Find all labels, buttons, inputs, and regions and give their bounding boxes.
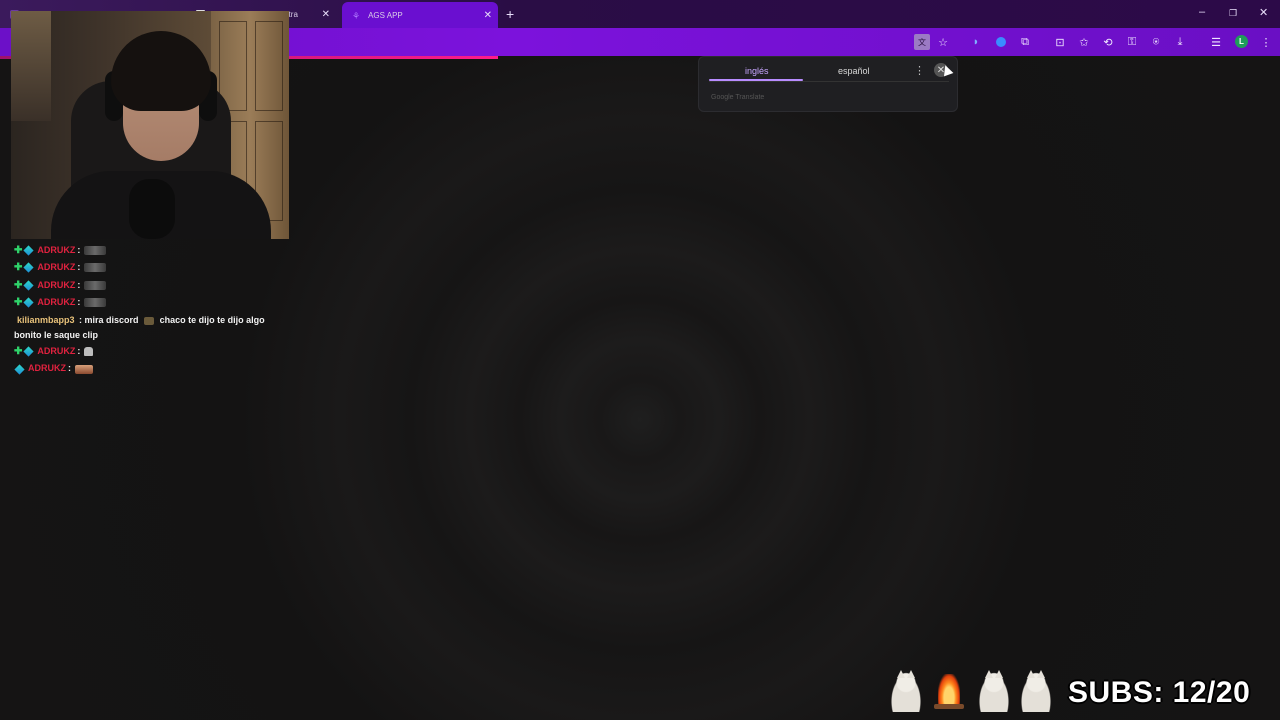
download-icon[interactable]: ⤓ [1172, 34, 1188, 50]
subs-counter: SUBS: 12/20 [1068, 676, 1251, 709]
reading-list-icon[interactable]: ☰ [1208, 34, 1224, 50]
chat-username: ADRUKZ [37, 296, 76, 307]
emote-icon [75, 364, 93, 374]
extensions-icon[interactable]: ⧉ [1017, 34, 1033, 50]
gem-badge-icon [14, 364, 25, 375]
source-language-tab[interactable]: inglés [745, 66, 769, 76]
ags-logo-icon: ⚘ [352, 10, 361, 21]
chat-username: ADRUKZ [37, 262, 76, 273]
chat-message: ✚ ADRUKZ : [14, 343, 294, 360]
plus-badge-icon: ✚ [14, 346, 23, 358]
webcam-overlay [11, 11, 289, 239]
subs-goal-overlay: SUBS: 12/20 [884, 664, 1280, 714]
new-tab-button[interactable]: + [506, 6, 514, 22]
extension-icon[interactable]: ◗ [968, 34, 984, 50]
gem-badge-icon [23, 280, 34, 291]
chat-message: ADRUKZ : [14, 360, 294, 377]
translate-footer: Google Translate [711, 94, 765, 101]
more-menu-icon[interactable]: ⋮ [1258, 34, 1274, 50]
campfire-icon [938, 674, 960, 708]
tab-title: AGS APP [368, 10, 403, 20]
active-tab-indicator [709, 79, 803, 81]
chat-message: ✚ ADRUKZ : [14, 259, 294, 276]
translate-options-icon[interactable]: ⋮ [914, 64, 925, 77]
pin-icon[interactable]: ⍟ [1148, 34, 1164, 50]
profile-avatar[interactable]: L [1235, 35, 1248, 48]
screenshot-icon[interactable]: ⊡ [1052, 34, 1068, 50]
emote-icon [84, 280, 107, 290]
restore-button[interactable]: ❐ [1229, 8, 1237, 19]
gem-badge-icon [23, 297, 34, 308]
emote-icon [144, 316, 155, 325]
chat-message: kilianmbapp3 : mira discord chaco te dij… [14, 311, 294, 343]
chat-message: ✚ ADRUKZ : [14, 242, 294, 259]
cat-icon [888, 670, 924, 712]
plus-badge-icon: ✚ [14, 245, 23, 256]
chat-text: : [77, 245, 81, 255]
chat-text: : [68, 363, 71, 374]
chat-text: : [77, 262, 81, 273]
shelf [11, 11, 51, 121]
plus-badge-icon: ✚ [14, 296, 23, 308]
close-tab-icon[interactable]: ✕ [322, 9, 330, 20]
chat-message: ✚ ADRUKZ : [14, 277, 294, 294]
chat-username: kilianmbapp3 [17, 315, 75, 326]
translate-popup: inglés español ⋮ ✕ Google Translate [698, 56, 958, 112]
emote-icon [84, 246, 107, 256]
emote-icon [84, 347, 94, 357]
cat-icon [1018, 670, 1054, 712]
gem-badge-icon [23, 262, 34, 274]
chat-text: : [77, 279, 81, 290]
emote-icon [84, 263, 107, 273]
gem-badge-icon [23, 245, 34, 256]
cat-icon [976, 670, 1012, 712]
minimize-button[interactable]: – [1199, 6, 1205, 18]
extension-icon[interactable] [993, 34, 1009, 50]
campfire-logs [934, 704, 964, 709]
stream-chat: ✚ ADRUKZ : ✚ ADRUKZ : ✚ ADRUKZ : ✚ ADRUK… [14, 242, 294, 378]
plus-badge-icon: ✚ [14, 279, 23, 291]
chat-text: : mira discord [79, 315, 139, 326]
history-icon[interactable]: ⟲ [1100, 34, 1116, 50]
microphone [129, 179, 175, 239]
passwords-icon[interactable]: ⚿ [1124, 34, 1140, 50]
emote-icon [84, 298, 107, 308]
close-window-button[interactable]: ✕ [1259, 6, 1268, 19]
chat-username: ADRUKZ [37, 279, 76, 290]
tab-ags-app[interactable]: ⚘ AGS APP ✕ [342, 2, 498, 28]
plus-badge-icon: ✚ [14, 262, 23, 274]
chat-username: ADRUKZ [28, 363, 66, 374]
divider [709, 81, 949, 82]
target-language-tab[interactable]: español [838, 66, 870, 76]
close-tab-icon[interactable]: ✕ [484, 10, 492, 21]
chat-message: ✚ ADRUKZ : [14, 294, 294, 311]
chat-username: ADRUKZ [37, 245, 76, 255]
favorites-icon[interactable]: ✩ [1076, 34, 1092, 50]
star-icon[interactable]: ☆ [935, 34, 951, 50]
gem-badge-icon [23, 346, 34, 357]
streamer-hair [111, 31, 211, 111]
chat-text: : [77, 296, 81, 307]
chat-text: : [77, 346, 81, 357]
chat-username: ADRUKZ [37, 346, 76, 357]
translate-icon[interactable]: 文 [914, 34, 930, 50]
